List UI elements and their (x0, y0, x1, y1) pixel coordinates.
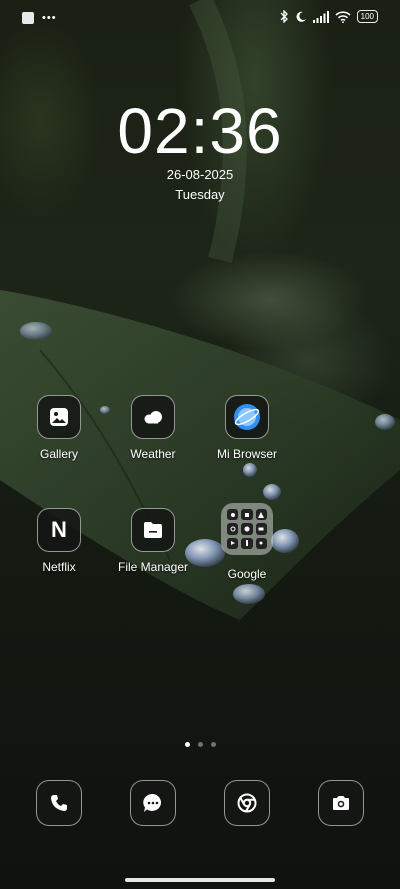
folder-mini-icon (227, 509, 239, 521)
app-label: Google (227, 567, 267, 581)
gallery-icon (37, 395, 81, 439)
app-label: Gallery (39, 447, 78, 461)
page-dot-3[interactable] (210, 742, 216, 747)
status-bar: ••• 100 (0, 0, 400, 38)
status-left: ••• (22, 12, 57, 24)
phone-icon (36, 780, 82, 826)
browser-icon (225, 395, 269, 439)
clock-date: 26-08-2025 (166, 167, 234, 182)
notification-icon (22, 12, 34, 24)
camera-icon (318, 780, 364, 826)
wifi-icon (335, 10, 351, 23)
messages-icon (130, 780, 176, 826)
app-label: Weather (130, 447, 176, 461)
folder-mini-icon (241, 523, 253, 535)
clock-weekday: Tuesday (175, 187, 225, 202)
app-folder-icon (221, 503, 273, 555)
weather-icon (131, 395, 175, 439)
app-label: Netflix (42, 560, 76, 574)
netflix-glyph: N (51, 517, 67, 542)
app-gallery[interactable]: Gallery (9, 395, 109, 461)
clock-time[interactable]: 02:36 (0, 96, 400, 166)
folder-mini-icon (241, 537, 253, 549)
bluetooth-icon (280, 10, 288, 23)
dock-phone[interactable] (36, 780, 82, 826)
page-dot-2[interactable] (197, 742, 203, 747)
status-right: 100 (279, 10, 378, 23)
moon-icon (296, 11, 306, 22)
folder-icon (131, 508, 175, 552)
netflix-icon: N (37, 508, 81, 552)
dock-camera[interactable] (318, 780, 364, 826)
folder-mini-icon (227, 537, 239, 549)
page-indicator[interactable] (0, 742, 400, 747)
folder-mini-icon (241, 509, 253, 521)
page-dot-1[interactable] (184, 742, 190, 747)
folder-mini-icon (255, 537, 267, 549)
app-google-folder[interactable]: Google (197, 503, 297, 581)
folder-mini-icon (255, 523, 267, 535)
app-label: Mi Browser (216, 447, 277, 461)
more-notifications-icon: ••• (42, 12, 57, 24)
app-file-manager[interactable]: File Manager (103, 508, 203, 574)
folder-mini-icon (255, 509, 267, 521)
battery-indicator: 100 (356, 10, 378, 23)
home-gesture-bar[interactable] (125, 878, 275, 882)
chrome-icon (224, 780, 270, 826)
app-mi-browser[interactable]: Mi Browser (197, 395, 297, 461)
app-weather[interactable]: Weather (103, 395, 203, 461)
app-label: File Manager (117, 560, 189, 574)
folder-mini-icon (227, 523, 239, 535)
dock-messages[interactable] (130, 780, 176, 826)
dock-chrome[interactable] (224, 780, 270, 826)
signal-icon (312, 10, 329, 23)
app-netflix[interactable]: N Netflix (9, 508, 109, 574)
